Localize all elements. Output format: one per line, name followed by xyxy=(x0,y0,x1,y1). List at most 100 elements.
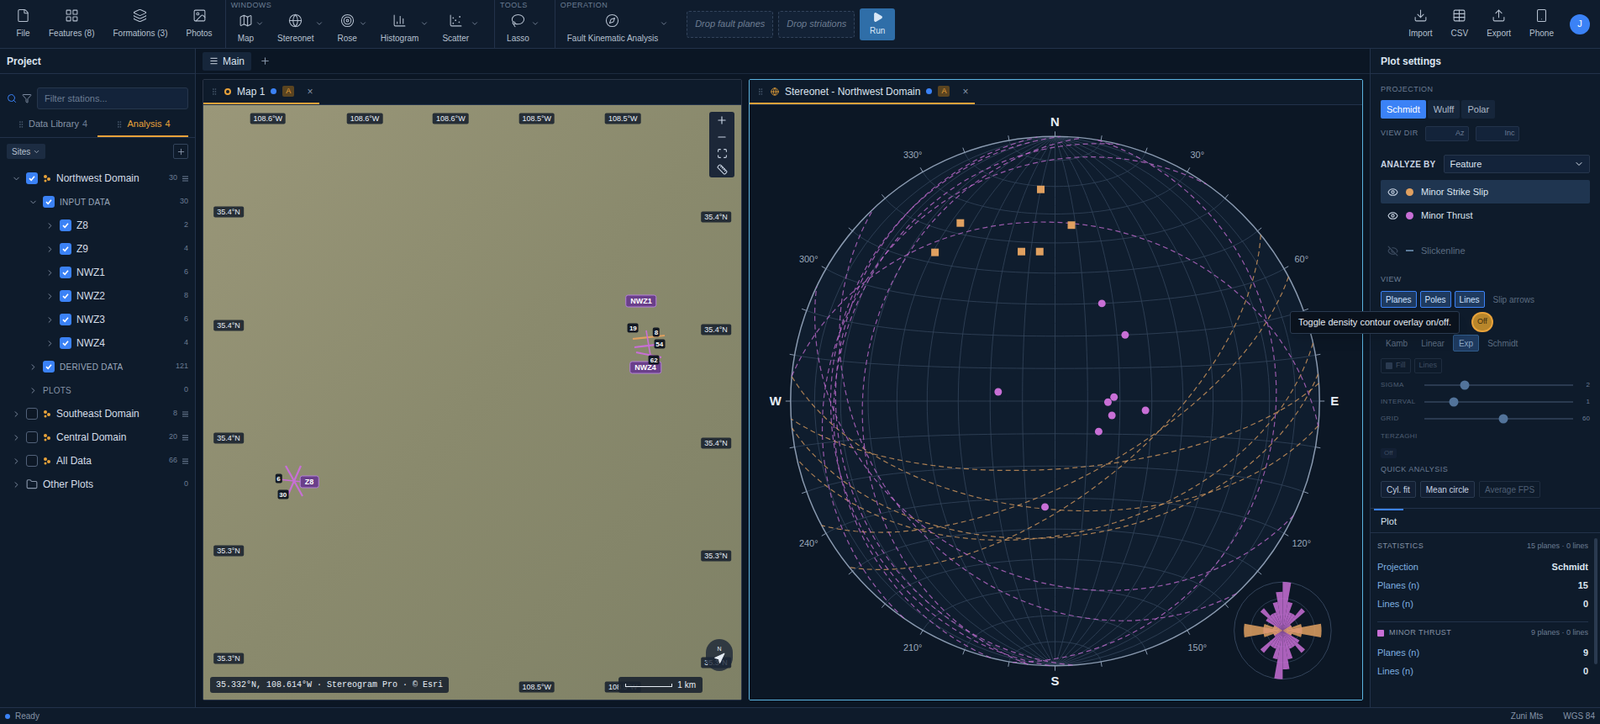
slider-thumb[interactable] xyxy=(1449,397,1459,407)
collapse-icon[interactable] xyxy=(11,409,22,419)
toolbar-button[interactable]: Photos xyxy=(176,0,222,48)
projection-option[interactable]: Schmidt xyxy=(1380,100,1427,119)
station-label[interactable]: Z8 xyxy=(300,474,320,488)
zoom-out-icon[interactable] xyxy=(715,131,728,143)
analyze-by-select[interactable]: Feature xyxy=(1443,154,1590,174)
pole-marker[interactable] xyxy=(1036,247,1044,256)
pole-marker[interactable] xyxy=(1108,411,1116,420)
slider-track[interactable] xyxy=(1424,417,1574,420)
great-circle[interactable] xyxy=(831,136,1061,665)
toolbar-button[interactable]: Phone xyxy=(1520,0,1564,48)
tree-item[interactable]: Southeast Domain8 xyxy=(0,401,195,426)
sites-dropdown[interactable]: Sites xyxy=(6,143,46,159)
toolbar-button[interactable]: Scatter xyxy=(435,13,486,45)
pole-marker[interactable] xyxy=(1036,185,1045,194)
view-option[interactable]: Planes xyxy=(1380,290,1417,308)
checkbox[interactable] xyxy=(59,219,72,232)
great-circle[interactable] xyxy=(815,286,1295,590)
tree-item[interactable]: All Data66 xyxy=(0,448,195,473)
quick-analysis-button[interactable]: Mean circle xyxy=(1420,480,1475,498)
toolbar-button[interactable]: Lasso xyxy=(500,13,547,45)
pole-marker[interactable] xyxy=(1041,502,1049,511)
feature-row[interactable]: Minor Thrust xyxy=(1380,203,1590,227)
panel-tab[interactable]: Stereonet - Northwest DomainA× xyxy=(749,79,975,105)
toolbar-button[interactable]: Formations (3) xyxy=(103,0,177,48)
toolbar-button[interactable]: Fault Kinematic Analysis xyxy=(560,13,675,45)
tree-item[interactable]: Central Domain20 xyxy=(0,425,195,449)
projection-option[interactable]: Polar xyxy=(1461,100,1495,119)
filter-input[interactable]: Filter stations... xyxy=(36,87,189,110)
view-option[interactable]: Lines xyxy=(1454,290,1485,308)
collapse-icon[interactable] xyxy=(45,244,55,254)
toolbar-button[interactable]: Map xyxy=(231,13,271,45)
tree-item[interactable]: NWZ16 xyxy=(0,260,195,285)
sidebar-tab[interactable]: Analysis4 xyxy=(97,112,189,137)
toolbar-button[interactable]: Stereonet xyxy=(270,13,331,45)
view-dir-input[interactable]: Az xyxy=(1425,126,1469,142)
toolbar-button[interactable]: Export xyxy=(1477,0,1521,48)
toolbar-button[interactable]: Features (8) xyxy=(39,0,104,48)
visibility-off-icon[interactable] xyxy=(1387,245,1399,257)
tree-item[interactable]: Other Plots0 xyxy=(0,472,195,496)
feature-row[interactable]: Slickenline xyxy=(1380,238,1590,263)
checkbox[interactable] xyxy=(42,195,55,208)
checkbox[interactable] xyxy=(59,336,72,349)
toolbar-button[interactable]: Histogram xyxy=(373,13,437,45)
collapse-icon[interactable] xyxy=(28,385,38,395)
pole-marker[interactable] xyxy=(931,248,939,257)
collapse-icon[interactable] xyxy=(45,291,55,301)
scrollbar[interactable] xyxy=(1594,537,1598,664)
panel-tab[interactable]: Map 1A× xyxy=(203,79,320,105)
pole-marker[interactable] xyxy=(1110,393,1118,401)
plot-tab[interactable]: Plot xyxy=(1373,508,1404,532)
collapse-icon[interactable] xyxy=(11,479,22,490)
expand-icon[interactable] xyxy=(11,173,22,184)
view-dir-input[interactable]: Inc xyxy=(1475,126,1520,142)
quick-analysis-button[interactable]: Cyl. fit xyxy=(1380,480,1416,498)
tree-item[interactable]: Z82 xyxy=(0,213,195,237)
checkbox[interactable] xyxy=(26,454,38,467)
checkbox[interactable] xyxy=(59,266,72,279)
great-circle[interactable] xyxy=(1012,139,1277,662)
tree-item[interactable]: NWZ36 xyxy=(0,307,195,332)
zoom-in-icon[interactable] xyxy=(715,114,728,127)
collapse-icon[interactable] xyxy=(45,315,55,325)
pole-marker[interactable] xyxy=(1104,398,1112,406)
pole-marker[interactable] xyxy=(1068,221,1076,229)
great-circle[interactable] xyxy=(821,276,1290,532)
close-button[interactable]: × xyxy=(306,84,313,100)
tree-item[interactable]: PLOTS0 xyxy=(0,378,195,402)
great-circle[interactable] xyxy=(862,137,1082,664)
stereonet-canvas[interactable]: N30°60°E120°150°S210°240°W300°330° xyxy=(749,105,1363,700)
great-circle[interactable] xyxy=(796,342,1313,540)
checkbox[interactable] xyxy=(59,289,72,302)
station-label[interactable]: NWZ1 xyxy=(625,294,658,307)
toolbar-button[interactable]: Rose xyxy=(330,13,374,45)
filter-icon[interactable] xyxy=(21,93,32,104)
expand-icon[interactable] xyxy=(28,197,38,207)
add-site-button[interactable] xyxy=(173,143,189,159)
drop-zone[interactable]: Drop striations xyxy=(778,10,855,38)
feature-row[interactable]: Minor Strike Slip xyxy=(1380,179,1590,204)
view-option[interactable]: Poles xyxy=(1420,290,1452,308)
drop-zone[interactable]: Drop fault planes xyxy=(686,10,774,38)
user-avatar[interactable]: J xyxy=(1569,14,1590,35)
slider-thumb[interactable] xyxy=(1498,414,1508,424)
great-circle[interactable] xyxy=(791,373,1318,538)
great-circle[interactable] xyxy=(835,136,1073,665)
slider-track[interactable] xyxy=(1424,400,1574,403)
tree-item[interactable]: INPUT DATA30 xyxy=(0,189,195,214)
great-circle[interactable] xyxy=(790,383,1319,471)
pole-marker[interactable] xyxy=(1142,406,1150,415)
tree-item[interactable]: NWZ44 xyxy=(0,331,195,355)
checkbox[interactable] xyxy=(59,313,72,326)
toolbar-button[interactable]: File xyxy=(6,0,40,48)
sidebar-tab[interactable]: Data Library4 xyxy=(6,112,98,137)
map-canvas[interactable]: 108.6°W108.6°W108.6°W108.5°W108.5°W108.5… xyxy=(203,105,742,700)
view-option[interactable]: Slip arrows xyxy=(1488,290,1540,308)
collapse-icon[interactable] xyxy=(28,362,38,372)
great-circle[interactable] xyxy=(833,143,1120,658)
fit-extent-icon[interactable] xyxy=(716,147,728,159)
pole-marker[interactable] xyxy=(956,219,964,227)
checkbox[interactable] xyxy=(26,431,38,443)
